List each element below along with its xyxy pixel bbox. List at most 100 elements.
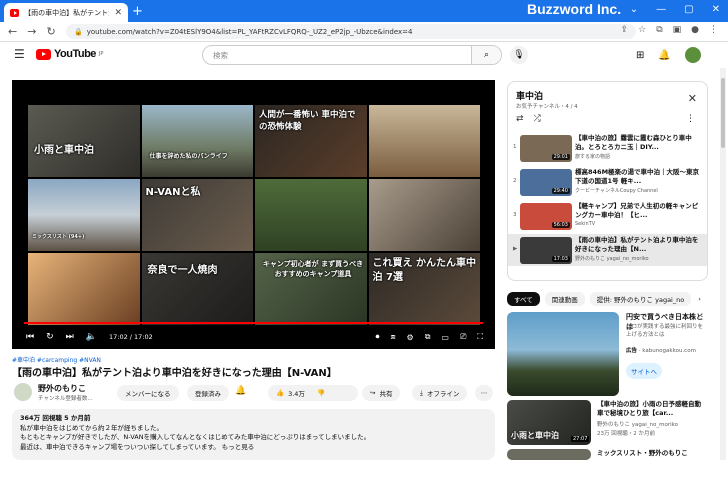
playlist-item-thumbnail: 29:40: [520, 169, 572, 196]
subscribed-button[interactable]: 登録済み: [187, 385, 229, 401]
forward-arrow-icon[interactable]: →: [27, 25, 36, 38]
minimize-icon[interactable]: —: [656, 4, 666, 15]
autoplay-toggle-icon[interactable]: ⏺: [375, 332, 379, 342]
settings-gear-icon[interactable]: ⚙: [407, 333, 414, 342]
shuffle-icon[interactable]: ⤮: [534, 114, 541, 124]
extensions-icon[interactable]: ⧉: [656, 25, 662, 35]
download-label: オフライン: [426, 390, 460, 398]
previous-icon[interactable]: ⏮: [26, 332, 34, 342]
playlist-item-title: 【車中泊の旅】霧雲に霞む森ひとり車中泊。とろとろカニ玉｜DIY...: [575, 134, 692, 151]
hamburger-menu-icon[interactable]: ☰: [14, 47, 25, 61]
scrollbar-thumb[interactable]: [721, 78, 725, 148]
thumbs-up-icon[interactable]: 👍: [276, 389, 284, 397]
video-hashtags[interactable]: #車中泊 #carcamping #NVAN: [12, 355, 101, 364]
chip-channel[interactable]: 提供: 野外のもりこ yagai_no: [589, 292, 692, 306]
collage-tile: [368, 179, 480, 251]
recommended-video[interactable]: ミックスリスト・野外のもりこ: [507, 449, 708, 499]
youtube-play-logo-icon: [36, 48, 51, 60]
sidebar-icon[interactable]: ▣: [673, 25, 682, 35]
ad-source: 広告 · kabunogakkou.com: [626, 348, 696, 354]
playlist-title[interactable]: 車中泊: [516, 89, 543, 102]
replay-icon[interactable]: ↻: [46, 332, 54, 342]
search-input[interactable]: 検索: [203, 50, 471, 61]
search-icon[interactable]: ⌕: [471, 46, 501, 64]
playlist-subtitle: お気予チャンネル・4 / 4: [516, 104, 578, 110]
reload-icon[interactable]: ↻: [46, 25, 55, 38]
channel-subscribers: チャンネル登録者数...: [38, 396, 93, 402]
visit-site-button[interactable]: サイトへ: [626, 363, 662, 379]
star-icon[interactable]: ☆: [638, 25, 646, 35]
video-progress-bar[interactable]: [24, 322, 483, 324]
duration-badge: 29:01: [551, 154, 570, 160]
duration-badge: 56:03: [551, 222, 570, 228]
share-page-icon[interactable]: ⇪: [621, 25, 629, 35]
close-window-icon[interactable]: ✕: [712, 4, 720, 15]
video-time: 17:02 / 17:02: [108, 333, 153, 341]
chevron-right-icon[interactable]: ›: [696, 292, 703, 306]
browser-tab[interactable]: 【雨の車中泊】私がテント泊より ✕: [4, 3, 128, 22]
close-icon[interactable]: ✕: [688, 92, 697, 105]
miniplayer-icon[interactable]: ⧉: [425, 332, 431, 342]
more-actions-icon[interactable]: ⋯: [475, 385, 493, 401]
notification-bell-icon[interactable]: 🔔: [658, 50, 670, 61]
back-arrow-icon[interactable]: ←: [8, 25, 17, 38]
ad-card[interactable]: 円安で買うべき日本株とは プロが実践する最強に利回りを上げる方法とは 広告 · …: [507, 312, 708, 396]
notification-bell-icon[interactable]: 🔔: [235, 386, 246, 396]
video-thumbnail-collage: 小雨と車中泊 仕事を辞めた私のバンライフ 人間が一番怖い 車中泊での恐怖体験 ミ…: [28, 105, 480, 325]
channel-name[interactable]: 野外のもりこ: [38, 383, 86, 394]
filter-chips: すべて 関連動画 提供: 野外のもりこ yagai_no ›: [507, 292, 703, 306]
ad-thumbnail: [507, 312, 619, 396]
join-membership-button[interactable]: メンバーになる: [117, 385, 179, 401]
playlist-item-number: 1: [513, 144, 517, 150]
like-dislike-group: 👍 3.4万 👎: [268, 385, 358, 401]
url-field[interactable]: 🔒 youtube.com/watch?v=Z04tESlY9O4&list=P…: [66, 24, 636, 39]
rec-channel: 野外のもりこ yagai_no_moriko: [597, 422, 678, 428]
collage-caption: 奈良で一人焼肉: [147, 265, 218, 276]
subtitles-icon[interactable]: ⧈: [390, 332, 395, 342]
thumbs-down-icon[interactable]: 👎: [317, 389, 325, 397]
playlist-item-current[interactable]: ▶ 17:03 【雨の車中泊】私がテント泊より車中泊を好きになった理由【N...…: [508, 234, 707, 266]
share-button[interactable]: ↪ 共有: [362, 385, 401, 401]
youtube-logo[interactable]: YouTube JP: [36, 48, 103, 60]
recommended-video[interactable]: 小雨と車中泊 27:07 【車中泊の旅】小雨の日予感軽自動車で秘境ひとり旅【ca…: [507, 400, 708, 450]
new-tab-button[interactable]: +: [132, 4, 143, 19]
ad-more-icon[interactable]: ⋮: [698, 312, 706, 321]
maximize-icon[interactable]: ▢: [684, 4, 693, 15]
playlist-item-thumbnail: 56:03: [520, 203, 572, 230]
create-video-icon[interactable]: ⊞: [636, 50, 644, 61]
collage-caption: N-VANと私: [145, 187, 201, 198]
view-stats: 364万 回視聴 5 か月前: [20, 414, 91, 422]
fullscreen-icon[interactable]: ⛶: [477, 332, 483, 342]
playlist-item[interactable]: 2 29:40 標高846M極楽の湯で車中泊｜大阪〜東京下道の国道1号 軽キ..…: [508, 166, 707, 198]
channel-avatar[interactable]: [14, 383, 32, 401]
theater-mode-icon[interactable]: ▭: [441, 333, 449, 342]
avatar[interactable]: [684, 47, 701, 63]
video-player[interactable]: 小雨と車中泊 仕事を辞めた私のバンライフ 人間が一番怖い 車中泊での恐怖体験 ミ…: [12, 80, 495, 349]
playlist-item[interactable]: 1 29:01 【車中泊の旅】霧雲に霞む森ひとり車中泊。とろとろカニ玉｜DIY.…: [508, 132, 707, 164]
chevron-down-icon[interactable]: ⌄: [630, 4, 638, 15]
playlist-item[interactable]: 3 56:03 【軽キャンプ】兄弟で人生初の軽キャンピングカー車中泊！【ヒ...…: [508, 200, 707, 232]
chip-all[interactable]: すべて: [507, 292, 540, 306]
logo-text: YouTube: [54, 48, 96, 60]
page-scrollbar[interactable]: [720, 68, 726, 460]
collage-caption: これ買え かんたん車中泊 7選: [372, 258, 476, 283]
volume-icon[interactable]: 🔈: [86, 332, 97, 342]
profile-icon[interactable]: ●: [691, 25, 699, 35]
playlist-item-title: 標高846M極楽の湯で車中泊｜大阪〜東京下道の国道1号 軽キ...: [575, 168, 700, 185]
loop-icon[interactable]: ⇄: [516, 114, 524, 124]
next-icon[interactable]: ⏭: [66, 332, 74, 342]
video-description[interactable]: 364万 回視聴 5 か月前 私が車中泊をはじめてから約２年が経ちました。 もと…: [12, 409, 495, 460]
playlist-more-icon[interactable]: ⋮: [686, 114, 695, 124]
like-count[interactable]: 3.4万: [288, 388, 305, 398]
chip-related[interactable]: 関連動画: [544, 292, 585, 306]
collage-caption: ミックスリスト (94+): [32, 234, 85, 240]
collage-caption: キャンプ初心者が まず買うべき おすすめのキャンプ道具: [262, 260, 364, 278]
tab-title: 【雨の車中泊】私がテント泊より: [24, 8, 109, 17]
rec-title: ミックスリスト・野外のもりこ: [597, 449, 688, 457]
microphone-icon[interactable]: 🎙: [510, 46, 528, 64]
tab-close-icon[interactable]: ✕: [114, 8, 122, 18]
download-button[interactable]: ⤓ オフライン: [412, 385, 468, 401]
cast-icon[interactable]: ⎚: [460, 332, 466, 342]
address-bar: ← → ↻ 🔒 youtube.com/watch?v=Z04tESlY9O4&…: [0, 22, 728, 42]
kebab-menu-icon[interactable]: ⋮: [709, 25, 718, 35]
